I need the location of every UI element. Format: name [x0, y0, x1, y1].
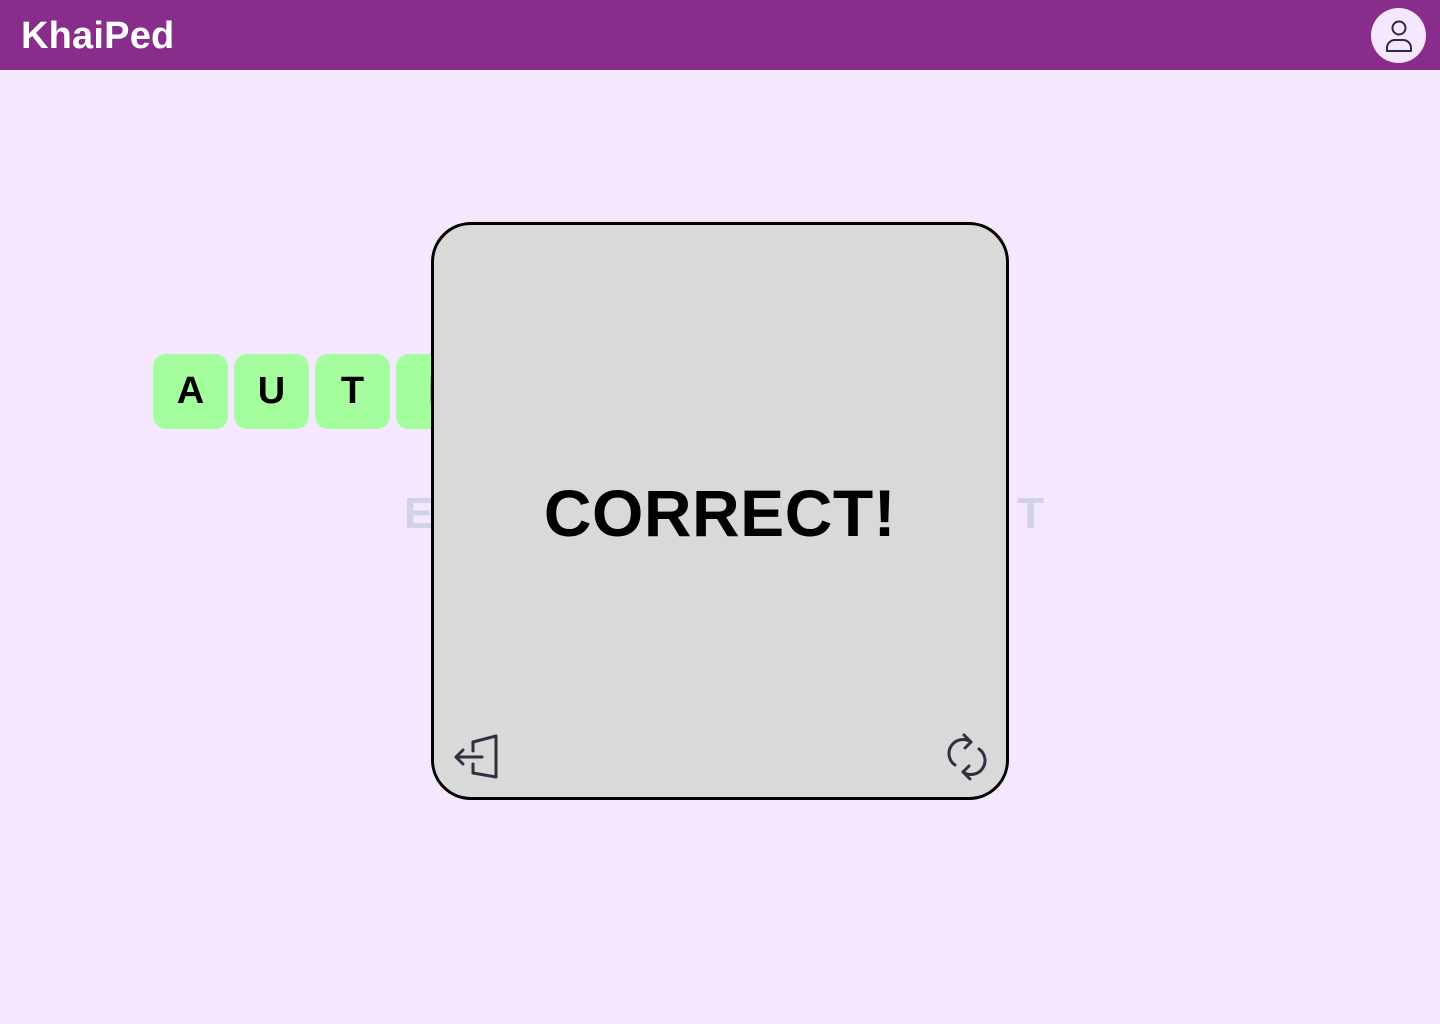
top-bar: KhaiPed [0, 0, 1440, 70]
exit-icon [454, 734, 498, 779]
user-icon [1385, 20, 1412, 52]
profile-button[interactable] [1371, 8, 1426, 63]
result-dialog: CORRECT! [431, 222, 1009, 800]
letter-tile[interactable]: T [315, 354, 390, 429]
letter-tile[interactable]: A [153, 354, 228, 429]
hint-left: E [404, 489, 434, 538]
retry-button[interactable] [941, 731, 993, 783]
letter-tile[interactable]: U [234, 354, 309, 429]
brand-logo[interactable]: KhaiPed [21, 14, 174, 58]
hint-right: T [1017, 489, 1044, 538]
refresh-icon [947, 733, 987, 781]
exit-button[interactable] [451, 731, 503, 783]
result-message: CORRECT! [543, 476, 897, 550]
